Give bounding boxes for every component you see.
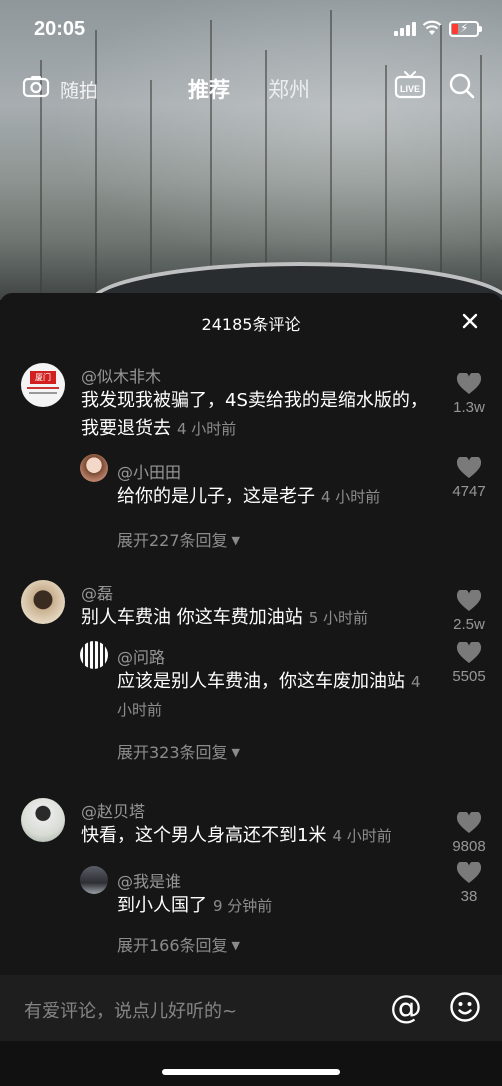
live-tv-icon[interactable]: LIVE bbox=[394, 70, 426, 100]
comment-text: 别人车费油 你这车费加油站 5 小时前 bbox=[81, 604, 441, 632]
heart-icon bbox=[456, 373, 482, 394]
comment-body: 别人车费油 你这车费加油站 bbox=[81, 607, 303, 628]
like-button[interactable]: 9808 bbox=[441, 812, 497, 855]
expand-replies-button[interactable]: 展开323条回复 ▼ bbox=[117, 739, 240, 763]
like-button[interactable]: 2.5w bbox=[441, 590, 497, 633]
caret-down-icon: ▼ bbox=[231, 939, 241, 952]
home-indicator[interactable] bbox=[162, 1069, 340, 1075]
expand-label: 展开323条回复 bbox=[117, 743, 228, 762]
like-count: 1.3w bbox=[453, 399, 485, 416]
reply-avatar[interactable] bbox=[80, 641, 108, 669]
caret-down-icon: ▼ bbox=[231, 534, 241, 547]
expand-label: 展开227条回复 bbox=[117, 531, 228, 550]
reply-username[interactable]: @我是谁 bbox=[117, 868, 181, 892]
heart-icon bbox=[456, 862, 482, 883]
home-indicator-area bbox=[0, 1041, 502, 1086]
reply-avatar[interactable] bbox=[80, 866, 108, 894]
reply-username[interactable]: @小田田 bbox=[117, 459, 181, 483]
camera-icon[interactable] bbox=[22, 74, 50, 98]
battery-icon: ⚡ bbox=[449, 21, 482, 37]
emoji-icon[interactable] bbox=[449, 991, 481, 1023]
caret-down-icon: ▼ bbox=[231, 746, 241, 759]
cellular-signal-icon bbox=[394, 22, 416, 36]
search-icon[interactable] bbox=[448, 72, 476, 100]
tab-recommend[interactable]: 推荐 bbox=[188, 74, 230, 104]
reply-text: 应该是别人车费油，你这车废加油站 4 小时前 bbox=[117, 668, 437, 724]
comment-body: 我发现我被骗了，4S卖给我的是缩水版的，我要退货去 bbox=[81, 390, 428, 439]
like-count: 2.5w bbox=[453, 616, 485, 633]
comment-username[interactable]: @磊 bbox=[81, 580, 113, 604]
comments-panel: 24185条评论 厦门 @似木非木 我发现我被骗了，4S卖给我的是缩水版的，我要… bbox=[0, 293, 502, 975]
heart-icon bbox=[456, 457, 482, 478]
like-button[interactable]: 1.3w bbox=[441, 373, 497, 416]
reply-text: 给你的是儿子，这是老子 4 小时前 bbox=[117, 483, 437, 511]
reply-avatar[interactable] bbox=[80, 454, 108, 482]
avatar[interactable] bbox=[21, 580, 65, 624]
comment-time: 4 小时前 bbox=[332, 827, 392, 845]
reply-text: 到小人国了 9 分钟前 bbox=[117, 892, 437, 920]
comment-time: 4 小时前 bbox=[177, 420, 237, 438]
comment-username[interactable]: @似木非木 bbox=[81, 363, 161, 387]
comment-text: 我发现我被骗了，4S卖给我的是缩水版的，我要退货去 4 小时前 bbox=[81, 387, 431, 443]
avatar[interactable]: 厦门 bbox=[21, 363, 65, 407]
comment-input[interactable]: 有爱评论，说点儿好听的~ bbox=[24, 997, 237, 1023]
expand-label: 展开166条回复 bbox=[117, 936, 228, 955]
svg-text:LIVE: LIVE bbox=[400, 84, 420, 94]
top-navigation: 随拍 推荐 郑州 LIVE bbox=[0, 66, 502, 110]
reply-body: 到小人国了 bbox=[117, 895, 207, 916]
comment-count: 24185条评论 bbox=[201, 315, 301, 334]
reply-username[interactable]: @问路 bbox=[117, 644, 165, 668]
like-count: 9808 bbox=[452, 838, 486, 855]
like-count: 5505 bbox=[452, 668, 486, 685]
like-count: 4747 bbox=[452, 483, 486, 500]
wifi-icon bbox=[422, 20, 442, 35]
like-count: 38 bbox=[460, 888, 478, 905]
reply-body: 给你的是儿子，这是老子 bbox=[117, 486, 315, 507]
avatar[interactable] bbox=[21, 798, 65, 842]
reply-like-button[interactable]: 5505 bbox=[441, 642, 497, 685]
reply-time: 4 小时前 bbox=[321, 488, 381, 506]
comments-header: 24185条评论 bbox=[0, 293, 502, 349]
close-icon[interactable] bbox=[456, 307, 484, 335]
comment-text: 快看，这个男人身高还不到1米 4 小时前 bbox=[81, 822, 441, 850]
heart-icon bbox=[456, 590, 482, 611]
heart-icon bbox=[456, 812, 482, 833]
status-time: 20:05 bbox=[34, 18, 86, 40]
reply-like-button[interactable]: 38 bbox=[441, 862, 497, 905]
reply-time: 9 分钟前 bbox=[213, 897, 273, 915]
status-bar: 20:05 ⚡ bbox=[0, 0, 502, 60]
avatar-badge: 厦门 bbox=[30, 371, 56, 384]
reply-body: 应该是别人车费油，你这车废加油站 bbox=[117, 671, 405, 692]
expand-replies-button[interactable]: 展开166条回复 ▼ bbox=[117, 932, 240, 956]
comment-input-bar: 有爱评论，说点儿好听的~ @ bbox=[0, 975, 502, 1041]
comment-body: 快看，这个男人身高还不到1米 bbox=[81, 825, 327, 846]
tab-city[interactable]: 郑州 bbox=[268, 74, 310, 104]
expand-replies-button[interactable]: 展开227条回复 ▼ bbox=[117, 527, 240, 551]
comment-username[interactable]: @赵贝塔 bbox=[81, 798, 145, 822]
reply-like-button[interactable]: 4747 bbox=[441, 457, 497, 500]
nav-random-shot[interactable]: 随拍 bbox=[60, 76, 98, 103]
heart-icon bbox=[456, 642, 482, 663]
comment-time: 5 小时前 bbox=[308, 609, 369, 627]
at-mention-icon[interactable]: @ bbox=[388, 989, 424, 1025]
